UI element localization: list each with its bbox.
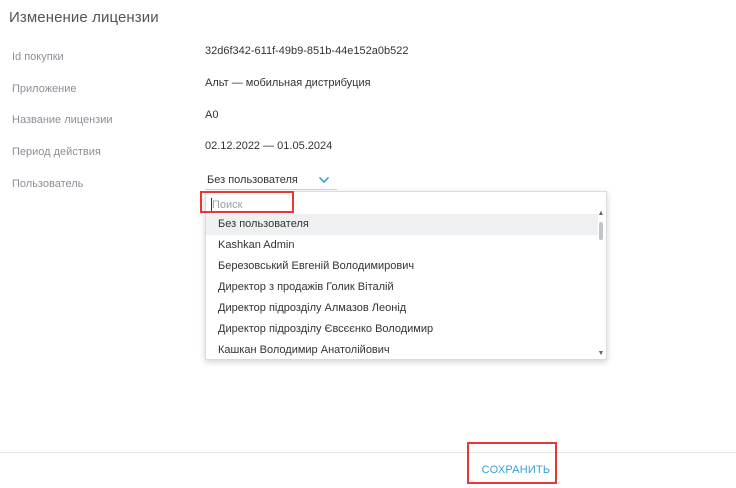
user-option[interactable]: Директор підрозділу Алмазов Леонід [206,298,598,319]
page-title: Изменение лицензии [9,9,159,26]
user-option[interactable]: Без пользователя [206,214,598,235]
purchase-id-label: Id покупки [12,51,64,63]
application-value: Альт — мобильная дистрибуция [205,77,371,89]
user-option[interactable]: Директор підрозділу Євсєєнко Володимир [206,319,598,340]
search-highlight-box [200,191,294,213]
save-highlight-box [467,442,557,484]
validity-period-value: 02.12.2022 — 01.05.2024 [205,140,333,152]
validity-period-label: Период действия [12,146,101,158]
user-option[interactable]: Kashkan Admin [206,235,598,256]
user-dropdown: Без пользователя Kashkan Admin Березовсь… [205,191,607,360]
user-option-list: Без пользователя Kashkan Admin Березовсь… [206,214,598,361]
user-select[interactable]: Без пользователя [205,172,337,190]
scroll-up-icon[interactable]: ▲ [597,210,605,218]
license-name-value: А0 [205,109,219,121]
dropdown-scrollbar[interactable]: ▲ ▼ [597,210,605,358]
user-label: Пользователь [12,178,84,190]
license-name-label: Название лицензии [12,114,113,126]
user-option[interactable]: Березовський Евгеній Володимирович [206,256,598,277]
scrollbar-thumb[interactable] [599,222,603,240]
user-select-value: Без пользователя [207,174,298,186]
chevron-down-icon[interactable] [318,175,330,185]
scroll-down-icon[interactable]: ▼ [597,350,605,358]
purchase-id-value: 32d6f342-611f-49b9-851b-44e152a0b522 [205,45,409,57]
user-option[interactable]: Директор з продажів Голик Віталій [206,277,598,298]
application-label: Приложение [12,83,77,95]
footer-divider [0,452,736,453]
user-option[interactable]: Кашкан Володимир Анатолійович [206,340,598,361]
